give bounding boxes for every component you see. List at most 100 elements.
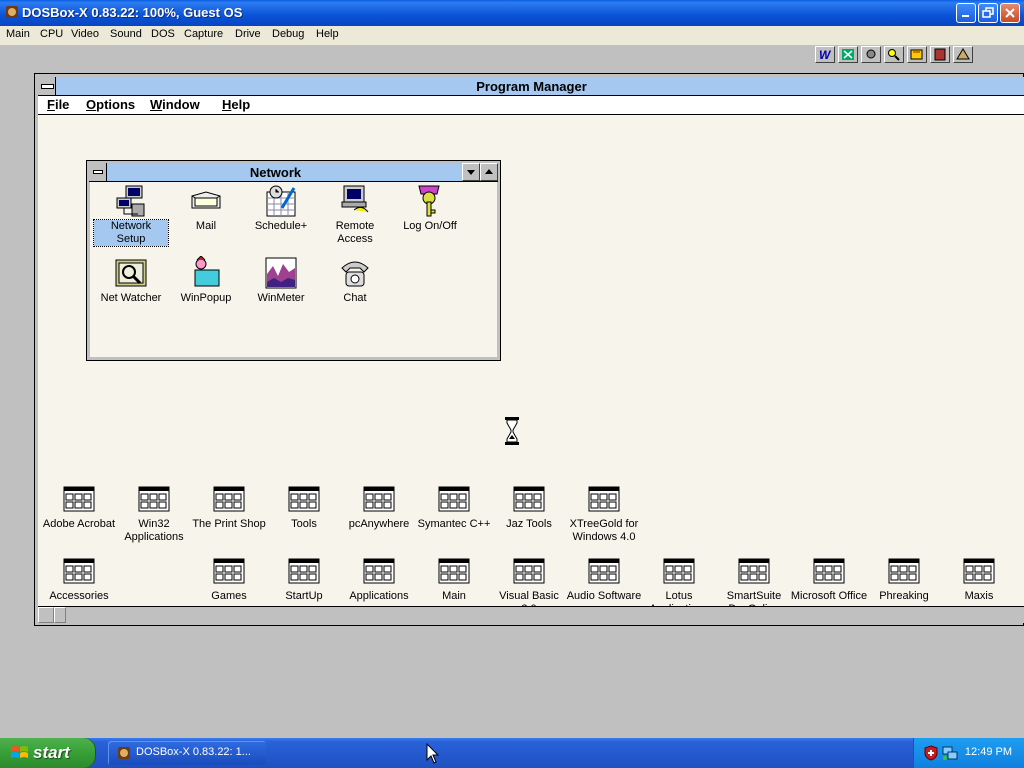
program-group-main[interactable]: Main	[415, 558, 493, 603]
menu-video[interactable]: Video	[71, 28, 99, 40]
taskbar-dosbox-button[interactable]: DOSBox-X 0.83.22: 1...	[108, 741, 266, 765]
pm-menu-window[interactable]: Window	[150, 97, 200, 112]
program-group-label: Main	[442, 590, 466, 602]
program-group-symantec-c-[interactable]: Symantec C++	[415, 486, 493, 531]
program-schedule-plus[interactable]: Schedule+	[244, 184, 318, 233]
program-mail[interactable]: Mail	[169, 184, 243, 233]
program-group-smartsuite-doconline[interactable]: SmartSuite DocOnline	[715, 558, 793, 606]
program-group-icon	[288, 558, 320, 584]
program-group-accessories[interactable]: Accessories	[40, 558, 118, 603]
program-group-jaz-tools[interactable]: Jaz Tools	[490, 486, 568, 531]
program-group-label: StartUp	[285, 590, 323, 602]
logon-key-icon	[418, 185, 440, 217]
program-group-visual-basic-3-0[interactable]: Visual Basic 3.0	[490, 558, 568, 606]
network-maximize-button[interactable]	[480, 163, 498, 181]
system-tray: 12:49 PM	[913, 738, 1024, 768]
program-chat[interactable]: Chat	[318, 256, 392, 305]
hourglass-cursor-icon	[505, 417, 519, 445]
program-manager-titlebar[interactable]: Program Manager	[38, 77, 1024, 96]
program-net-watcher[interactable]: Net Watcher	[94, 256, 168, 305]
toolbar-excel-icon[interactable]	[838, 46, 858, 63]
program-group-label: Adobe Acrobat	[42, 518, 116, 530]
program-group-icon	[588, 558, 620, 584]
tray-clock: 12:49 PM	[964, 746, 1012, 758]
close-button[interactable]	[1000, 3, 1020, 23]
svg-text:W: W	[819, 48, 832, 62]
menu-main[interactable]: Main	[6, 28, 30, 40]
security-shield-icon[interactable]	[924, 745, 938, 761]
toolbar-search-icon[interactable]	[884, 46, 904, 63]
menu-capture[interactable]: Capture	[184, 28, 223, 40]
program-label: Net Watcher	[100, 292, 162, 304]
menu-help[interactable]: Help	[316, 28, 339, 40]
program-label: Chat	[343, 292, 367, 304]
network-group-window[interactable]: Network Network Setup Mail Schedule+ Rem…	[86, 160, 501, 361]
program-winpopup[interactable]: WinPopup	[169, 256, 243, 305]
program-group-icon	[363, 486, 395, 512]
program-label: Remote Access	[335, 220, 375, 245]
program-group-xtreegold-for-windows-4-0[interactable]: XTreeGold for Windows 4.0	[565, 486, 643, 544]
toolbar-schedule-icon[interactable]	[907, 46, 927, 63]
program-group-applications[interactable]: Applications	[340, 558, 418, 603]
program-group-icon	[813, 558, 845, 584]
remote-access-icon	[341, 185, 369, 213]
menu-cpu[interactable]: CPU	[40, 28, 63, 40]
menu-dos[interactable]: DOS	[151, 28, 175, 40]
scroll-thumb[interactable]	[54, 607, 66, 623]
program-group-label: Applications	[349, 590, 409, 602]
program-label: WinMeter	[257, 292, 305, 304]
program-group-icon	[288, 486, 320, 512]
menu-sound[interactable]: Sound	[110, 28, 142, 40]
network-minimize-button[interactable]	[462, 163, 480, 181]
net-watcher-icon	[115, 259, 147, 287]
program-label: WinPopup	[180, 292, 232, 304]
network-tray-icon[interactable]	[942, 745, 958, 761]
toolbar-gear-icon[interactable]	[861, 46, 881, 63]
toolbar-binder-icon[interactable]	[930, 46, 950, 63]
program-network-setup[interactable]: Network Setup	[93, 184, 169, 247]
program-group-icon	[63, 486, 95, 512]
program-group-tools[interactable]: Tools	[265, 486, 343, 531]
chat-phone-icon	[341, 261, 369, 287]
minimize-button[interactable]	[956, 3, 976, 23]
program-remote-access[interactable]: Remote Access	[318, 184, 392, 246]
network-group-titlebar[interactable]: Network	[89, 163, 498, 182]
program-group-phreaking[interactable]: Phreaking	[865, 558, 943, 603]
dosbox-app-icon[interactable]	[4, 4, 20, 20]
program-group-win32-applications[interactable]: Win32 Applications	[115, 486, 193, 544]
program-group-icon	[663, 558, 695, 584]
horizontal-scrollbar[interactable]	[38, 606, 1024, 623]
program-group-games[interactable]: Games	[190, 558, 268, 603]
toolbar-access-icon[interactable]	[953, 46, 973, 63]
program-group-adobe-acrobat[interactable]: Adobe Acrobat	[40, 486, 118, 531]
program-group-startup[interactable]: StartUp	[265, 558, 343, 603]
toolbar-word-icon[interactable]: W	[815, 46, 835, 63]
menu-drive[interactable]: Drive	[235, 28, 261, 40]
program-group-label: Jaz Tools	[506, 518, 552, 530]
pm-menu-file[interactable]: File	[47, 97, 69, 112]
program-group-label: Lotus Applications	[649, 590, 708, 606]
minimize-icon	[962, 15, 969, 17]
program-group-microsoft-office[interactable]: Microsoft Office	[790, 558, 868, 603]
program-group-the-print-shop[interactable]: The Print Shop	[190, 486, 268, 531]
program-group-lotus-applications[interactable]: Lotus Applications	[640, 558, 718, 606]
pm-menu-options[interactable]: Options	[86, 97, 135, 112]
program-group-label: Symantec C++	[417, 518, 491, 530]
pm-menu-help[interactable]: Help	[222, 97, 250, 112]
program-group-audio-software[interactable]: Audio Software	[565, 558, 643, 603]
program-group-maxis[interactable]: Maxis	[940, 558, 1018, 603]
scroll-left-button[interactable]	[38, 607, 54, 623]
program-group-pcanywhere[interactable]: pcAnywhere	[340, 486, 418, 531]
mail-icon	[191, 191, 221, 209]
menu-debug[interactable]: Debug	[272, 28, 304, 40]
restore-button[interactable]	[978, 3, 998, 23]
program-log-on-off[interactable]: Log On/Off	[393, 184, 467, 233]
program-winmeter[interactable]: WinMeter	[244, 256, 318, 305]
host-titlebar[interactable]: DOSBox-X 0.83.22: 100%, Guest OS	[0, 0, 1024, 26]
program-manager-window[interactable]: Program Manager File Options Window Help…	[34, 73, 1024, 626]
restore-icon	[982, 7, 994, 18]
program-group-label: SmartSuite DocOnline	[726, 590, 782, 606]
program-group-label: Accessories	[49, 590, 109, 602]
winpopup-icon	[194, 256, 220, 287]
start-button[interactable]: start	[0, 738, 96, 768]
